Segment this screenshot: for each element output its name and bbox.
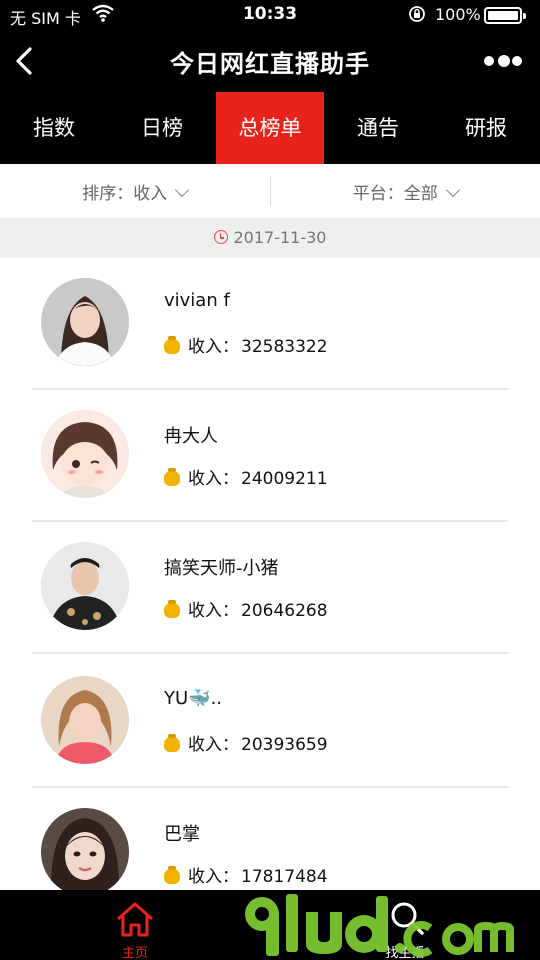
platform-label: 平台：全部 xyxy=(352,183,438,204)
platform-dropdown[interactable]: 平台：全部 xyxy=(271,179,540,204)
avatar xyxy=(41,676,129,764)
streamer-income: 收入： 17817484 xyxy=(164,862,328,887)
bottom-tab-find[interactable]: 找主播 xyxy=(355,890,455,960)
streamer-name: 搞笑天师-小猪 xyxy=(164,558,279,579)
list-item[interactable]: 巴掌 收入： 17817484 xyxy=(32,788,508,890)
streamer-list: vivian f 收入： 32583322 冉大人 收入： 24009211 搞… xyxy=(0,258,540,890)
income-label: 收入： xyxy=(188,337,239,357)
list-item[interactable]: 冉大人 收入： 24009211 xyxy=(32,390,508,522)
tab-index[interactable]: 指数 xyxy=(0,92,108,164)
page-title: 今日网红直播助手 xyxy=(170,50,370,78)
sort-label: 排序：收入 xyxy=(82,183,168,204)
avatar xyxy=(41,410,129,498)
tab-notices[interactable]: 通告 xyxy=(324,92,432,164)
income-value: 20393659 xyxy=(241,735,328,755)
bottom-tab-home[interactable]: 主页 xyxy=(85,890,185,960)
list-item[interactable]: 搞笑天师-小猪 收入： 20646268 xyxy=(32,522,508,654)
streamer-name: 冉大人 xyxy=(164,426,218,447)
streamer-income: 收入： 20646268 xyxy=(164,596,328,621)
tab-daily[interactable]: 日榜 xyxy=(108,92,216,164)
avatar xyxy=(41,808,129,890)
search-icon xyxy=(389,900,425,936)
streamer-income: 收入： 24009211 xyxy=(164,464,328,489)
rotation-lock-icon xyxy=(408,5,426,27)
money-bag-icon xyxy=(164,600,180,618)
home-icon xyxy=(115,900,155,938)
battery-icon xyxy=(484,7,526,24)
tab-total[interactable]: 总榜单 xyxy=(216,92,324,164)
tab-reports[interactable]: 研报 xyxy=(432,92,540,164)
income-value: 17817484 xyxy=(241,867,328,887)
money-bag-icon xyxy=(164,734,180,752)
streamer-name: YU🐳.. xyxy=(164,688,223,709)
status-bar: 无 SIM 卡 10:33 100% xyxy=(0,0,540,30)
income-value: 24009211 xyxy=(241,469,328,489)
nav-bar: 今日网红直播助手 xyxy=(0,30,540,92)
list-item[interactable]: YU🐳.. 收入： 20393659 xyxy=(32,656,508,788)
streamer-income: 收入： 20393659 xyxy=(164,730,328,755)
battery-percent: 100% xyxy=(435,5,481,24)
avatar xyxy=(41,542,129,630)
date-row: 2017-11-30 xyxy=(0,218,540,258)
income-value: 32583322 xyxy=(241,337,328,357)
sort-dropdown[interactable]: 排序：收入 xyxy=(0,179,270,204)
money-bag-icon xyxy=(164,336,180,354)
money-bag-icon xyxy=(164,866,180,884)
income-label: 收入： xyxy=(188,867,239,887)
chevron-down-icon xyxy=(175,182,190,197)
filter-row: 排序：收入 平台：全部 xyxy=(0,164,540,218)
bottom-tab-bar: 主页 找主播 xyxy=(0,890,540,960)
income-value: 20646268 xyxy=(241,601,328,621)
streamer-name: 巴掌 xyxy=(164,824,200,845)
avatar xyxy=(41,278,129,366)
bottom-tab-find-label: 找主播 xyxy=(385,946,425,960)
clock-icon xyxy=(213,230,228,244)
more-dots-icon[interactable] xyxy=(484,55,524,68)
tab-bar: 指数 日榜 总榜单 通告 研报 xyxy=(0,92,540,164)
income-label: 收入： xyxy=(188,469,239,489)
date-label: 2017-11-30 xyxy=(233,228,327,247)
chevron-down-icon xyxy=(445,182,460,197)
streamer-name: vivian f xyxy=(164,290,230,311)
income-label: 收入： xyxy=(188,735,239,755)
money-bag-icon xyxy=(164,468,180,486)
bottom-tab-home-label: 主页 xyxy=(121,946,148,960)
streamer-income: 收入： 32583322 xyxy=(164,332,328,357)
list-item[interactable]: vivian f 收入： 32583322 xyxy=(32,258,508,390)
income-label: 收入： xyxy=(188,601,239,621)
